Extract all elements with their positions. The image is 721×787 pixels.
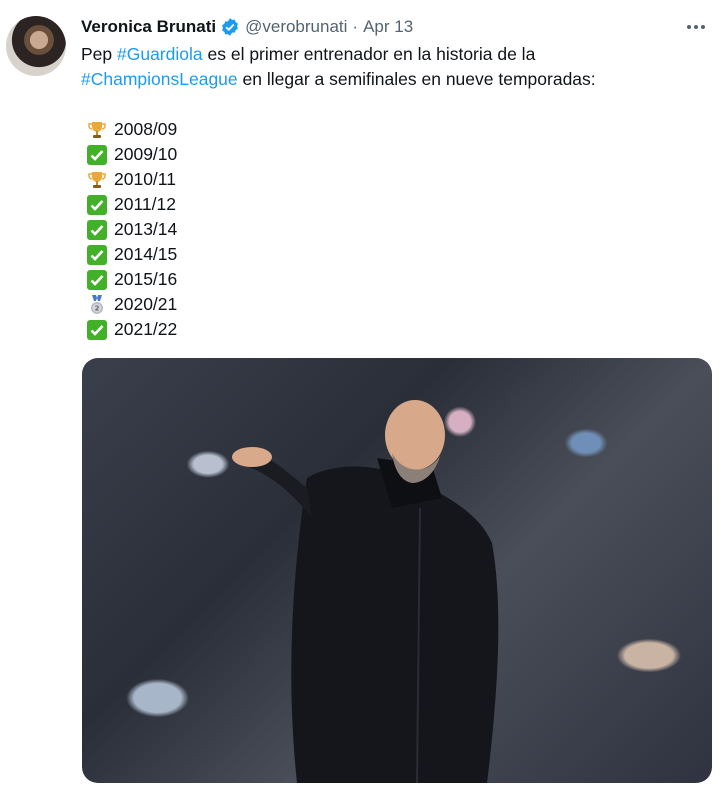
season-label: 2013/14: [114, 219, 178, 239]
season-label: 2020/21: [114, 294, 178, 314]
tweet-text-part: es el primer entrenador en la historia d…: [202, 44, 536, 64]
season-label: 2015/16: [114, 269, 178, 289]
check-icon: [86, 319, 108, 341]
season-list: 2008/09 2009/10 2010/11 2011/12 2013/14: [86, 117, 177, 342]
list-item: 2011/12: [86, 192, 177, 217]
author-handle[interactable]: @verobrunati: [245, 17, 347, 37]
season-label: 2008/09: [114, 119, 178, 139]
tweet-text-part: en llegar a semifinales en nueve tempora…: [237, 69, 596, 89]
avatar[interactable]: [6, 16, 66, 76]
check-icon: [86, 219, 108, 241]
trophy-icon: [86, 119, 108, 141]
separator-dot: ·: [352, 17, 359, 36]
list-item: 2009/10: [86, 142, 177, 167]
trophy-icon: [86, 169, 108, 191]
list-item: 2008/09: [86, 117, 177, 142]
tweet: Veronica Brunati @verobrunati · Apr 13 P…: [0, 0, 721, 787]
tweet-photo[interactable]: [82, 358, 712, 783]
list-item: 2010/11: [86, 167, 177, 192]
season-label: 2014/15: [114, 244, 178, 264]
tweet-date[interactable]: Apr 13: [363, 17, 413, 37]
season-label: 2021/22: [114, 319, 178, 339]
season-label: 2011/12: [114, 194, 176, 214]
tweet-text-part: Pep: [81, 44, 117, 64]
author-name[interactable]: Veronica Brunati: [81, 17, 216, 37]
check-icon: [86, 144, 108, 166]
more-options-icon[interactable]: [683, 16, 709, 38]
season-label: 2010/11: [114, 169, 176, 189]
check-icon: [86, 244, 108, 266]
coach-figure: [232, 400, 499, 783]
verified-badge-icon: [220, 17, 240, 37]
season-label: 2009/10: [114, 144, 178, 164]
list-item: 2 2020/21: [86, 292, 177, 317]
list-item: 2015/16: [86, 267, 177, 292]
tweet-header: Veronica Brunati @verobrunati · Apr 13: [81, 16, 413, 38]
check-icon: [86, 269, 108, 291]
check-icon: [86, 194, 108, 216]
list-item: 2021/22: [86, 317, 177, 342]
hashtag-link[interactable]: #Guardiola: [117, 44, 203, 64]
silver-medal-icon: 2: [86, 294, 108, 316]
list-item: 2014/15: [86, 242, 177, 267]
tweet-text: Pep #Guardiola es el primer entrenador e…: [81, 42, 701, 92]
svg-text:2: 2: [95, 304, 100, 312]
hashtag-link[interactable]: #ChampionsLeague: [81, 69, 238, 89]
list-item: 2013/14: [86, 217, 177, 242]
